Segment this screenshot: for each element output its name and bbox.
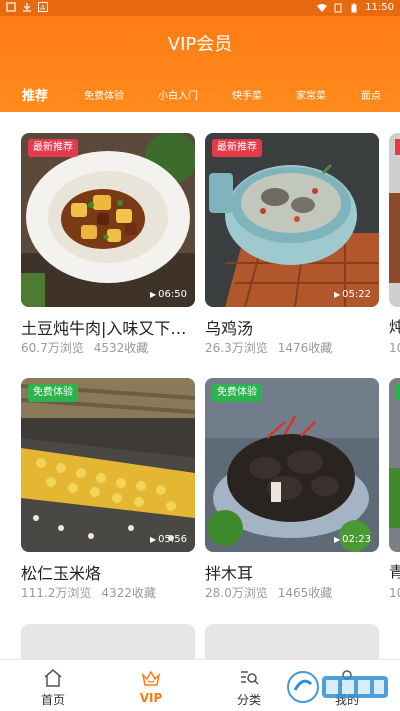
font-a-icon: A [38, 2, 48, 12]
recipe-card-placeholder [205, 624, 379, 659]
recipe-thumbnail[interactable]: 免费体验 ▶ 05:56 [21, 378, 195, 552]
recipe-grid: 最新推荐 ▶06:50 土豆炖牛肉|入味又下… 60.7万浏览 4532收藏 [0, 112, 400, 659]
play-icon: ▶ [150, 535, 157, 544]
nav-vip[interactable]: VIP [101, 660, 201, 711]
tab-quick-dishes[interactable]: 快手菜 [232, 86, 262, 108]
play-icon: ▶ [334, 290, 341, 299]
video-duration: ▶ 05:22 [334, 289, 371, 300]
recipe-title-peek: 炖 [389, 318, 400, 336]
view-count: 28.0万浏览 [205, 586, 268, 600]
recipe-stats: 60.7万浏览 4532收藏 [21, 339, 195, 356]
favorite-count: 1476收藏 [277, 341, 333, 355]
battery-icon [351, 3, 357, 13]
badge-latest: 最新推荐 [212, 139, 262, 157]
view-count: 26.3万浏览 [205, 341, 268, 355]
recipe-stats-peek: 10 [389, 586, 400, 600]
nav-label: 首页 [40, 693, 65, 707]
status-bar: A 11:50 [0, 0, 400, 16]
header: A 11:50 VIP会员 推荐 免费体验 小白入门 快手菜 家常菜 面点 [0, 0, 400, 112]
play-icon: ▶ [334, 535, 341, 544]
recipe-card-peek[interactable] [389, 133, 400, 307]
nav-category[interactable]: 分类 [199, 660, 299, 711]
crown-icon [141, 670, 161, 686]
sim-icon [334, 3, 342, 13]
page-title: VIP会员 [167, 34, 233, 55]
svg-text:A: A [40, 4, 45, 12]
recipe-card-peek[interactable] [389, 378, 400, 552]
video-duration: ▶ 02:23 [334, 534, 371, 545]
notification-square-icon [6, 2, 16, 12]
recipe-title[interactable]: 松仁玉米烙 [21, 560, 195, 584]
badge-latest: 最新推荐 [28, 139, 78, 157]
recipe-card-placeholder [21, 624, 195, 659]
recipe-thumbnail[interactable]: 最新推荐 ▶ 05:22 [205, 133, 379, 307]
tab-beginner[interactable]: 小白入门 [158, 86, 198, 108]
status-time: 11:50 [365, 2, 394, 13]
tab-home-cooking[interactable]: 家常菜 [296, 86, 326, 108]
badge-free-trial: 免费体验 [212, 384, 262, 402]
tab-recommended[interactable]: 推荐 [22, 86, 48, 108]
nav-label: 分类 [236, 693, 261, 707]
nav-home[interactable]: 首页 [3, 660, 103, 711]
recipe-title[interactable]: 土豆炖牛肉|入味又下… [21, 315, 195, 339]
home-icon [44, 669, 62, 687]
wifi-icon [317, 4, 328, 12]
favorite-count: 1465收藏 [277, 586, 333, 600]
recipe-thumbnail[interactable]: 最新推荐 ▶ 06:50 [21, 133, 195, 307]
recipe-title[interactable]: 拌木耳 [205, 560, 379, 584]
favorite-count: 4532收藏 [93, 341, 149, 355]
recipe-title[interactable]: 乌鸡汤 [205, 315, 379, 339]
category-tabs: 推荐 免费体验 小白入门 快手菜 家常菜 面点 [0, 86, 400, 108]
recipe-stats-peek: 10 [389, 341, 400, 355]
tab-pastry[interactable]: 面点 [361, 86, 381, 108]
nav-label: VIP [139, 691, 163, 705]
download-icon [23, 3, 31, 12]
recipe-title-peek: 青 [389, 563, 400, 581]
play-icon: ▶ [150, 290, 157, 299]
tab-free-trial[interactable]: 免费体验 [84, 86, 124, 108]
recipe-thumbnail[interactable]: 免费体验 ▶ 02:23 [205, 378, 379, 552]
video-duration: ▶ 06:50 [150, 289, 187, 300]
recipe-stats: 111.2万浏览 4322收藏 [21, 584, 195, 601]
recipe-stats: 28.0万浏览 1465收藏 [205, 584, 379, 601]
view-count: 111.2万浏览 [21, 586, 92, 600]
category-search-icon [241, 671, 259, 685]
favorite-count: 4322收藏 [101, 586, 156, 600]
badge-free-trial: 免费体验 [28, 384, 78, 402]
recipe-stats: 26.3万浏览 1476收藏 [205, 339, 379, 356]
watermark-logo [287, 671, 388, 703]
video-duration: ▶ 05:56 [150, 534, 187, 545]
view-count: 60.7万浏览 [21, 341, 84, 355]
